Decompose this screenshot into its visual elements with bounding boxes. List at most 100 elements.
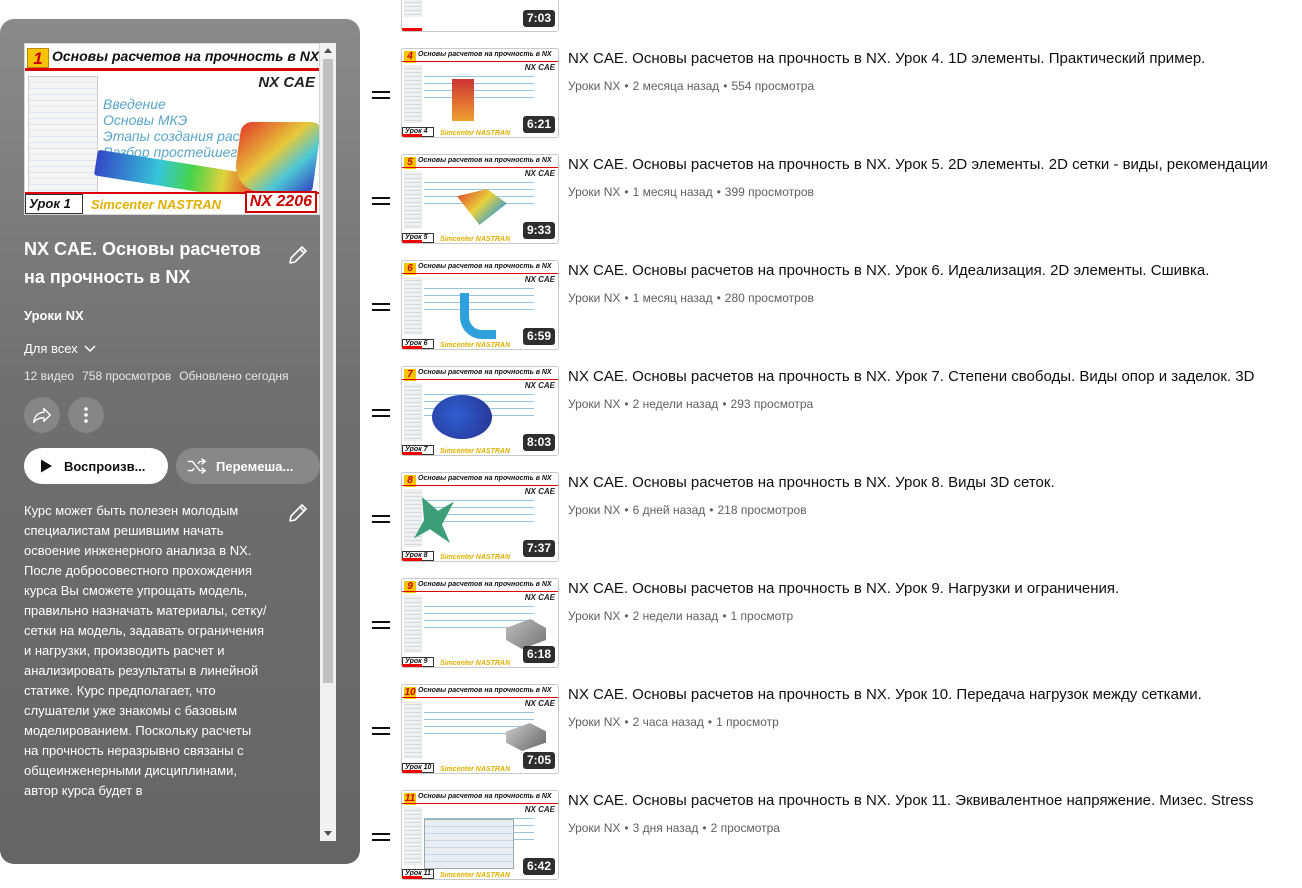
video-row[interactable]: 8 Основы расчетов на прочность в NX NX C… xyxy=(366,472,1302,566)
thumb-red-line xyxy=(402,697,558,698)
video-title[interactable]: NX CAE. Основы расчетов на прочность в N… xyxy=(568,685,1302,705)
thumb-simcenter: Simcenter NASTRAN xyxy=(440,342,511,349)
thumb-title: Основы расчетов на прочность в NX xyxy=(418,263,552,270)
video-duration: 9:33 xyxy=(522,222,555,239)
video-channel[interactable]: Уроки NX xyxy=(568,715,620,729)
video-thumbnail[interactable]: 11 Основы расчетов на прочность в NX NX … xyxy=(401,790,559,880)
video-row[interactable]: 4 Основы расчетов на прочность в NX NX C… xyxy=(366,48,1302,142)
hero-bracket-image xyxy=(232,122,319,192)
video-views: 554 просмотра xyxy=(731,79,815,93)
hero-title: Основы расчетов на прочность в NX xyxy=(52,48,320,64)
shuffle-button[interactable]: Перемеша... xyxy=(176,448,320,484)
playlist-thumbnail[interactable]: 1 Основы расчетов на прочность в NX NX C… xyxy=(24,43,320,215)
video-channel[interactable]: Уроки NX xyxy=(568,609,620,623)
thumb-red-line xyxy=(402,591,558,592)
drag-handle-icon[interactable] xyxy=(372,727,390,737)
panel-scrollbar[interactable] xyxy=(320,43,336,841)
share-button[interactable] xyxy=(24,397,60,433)
hero-cae: NX CAE xyxy=(258,74,315,91)
video-row[interactable]: 9 Основы расчетов на прочность в NX NX C… xyxy=(366,578,1302,672)
video-meta: Уроки NX • 1 месяц назад • 280 просмотро… xyxy=(568,291,814,305)
video-channel[interactable]: Уроки NX xyxy=(568,821,620,835)
thumb-tree xyxy=(404,277,422,335)
video-thumbnail[interactable]: 5 Основы расчетов на прочность в NX NX C… xyxy=(401,154,559,244)
drag-handle-icon[interactable] xyxy=(372,833,390,843)
thumb-cae: NX CAE xyxy=(524,381,555,390)
thumb-tree xyxy=(404,701,422,759)
video-row[interactable]: 11 Основы расчетов на прочность в NX NX … xyxy=(366,790,1302,884)
scroll-thumb[interactable] xyxy=(323,59,333,683)
video-meta: Уроки NX • 6 дней назад • 218 просмотров xyxy=(568,503,807,517)
video-duration: 7:37 xyxy=(522,540,555,557)
thumb-cae: NX CAE xyxy=(524,275,555,284)
edit-title-icon[interactable] xyxy=(286,243,310,267)
pencil-icon xyxy=(289,504,307,522)
drag-handle-icon[interactable] xyxy=(372,409,390,419)
hero-simcenter: Simcenter NASTRAN xyxy=(91,197,222,212)
video-views: 293 просмотра xyxy=(730,397,814,411)
drag-handle-icon[interactable] xyxy=(372,197,390,207)
thumb-tree xyxy=(404,807,422,865)
thumb-red-line xyxy=(402,379,558,380)
video-title[interactable]: NX CAE. Основы расчетов на прочность в N… xyxy=(568,791,1302,811)
scroll-up-arrow[interactable] xyxy=(324,48,332,53)
video-title[interactable]: NX CAE. Основы расчетов на прочность в N… xyxy=(568,261,1302,281)
video-channel[interactable]: Уроки NX xyxy=(568,79,620,93)
thumb-red-line xyxy=(402,485,558,486)
video-row[interactable]: 7 Основы расчетов на прочность в NX NX C… xyxy=(366,366,1302,460)
thumb-progress xyxy=(402,346,422,349)
video-meta: Уроки NX • 3 дня назад • 2 просмотра xyxy=(568,821,780,835)
video-title[interactable]: NX CAE. Основы расчетов на прочность в N… xyxy=(568,473,1302,493)
drag-handle-icon[interactable] xyxy=(372,515,390,525)
thumb-progress xyxy=(402,28,422,31)
thumb-progress xyxy=(402,558,422,561)
video-thumbnail[interactable]: 8 Основы расчетов на прочность в NX NX C… xyxy=(401,472,559,562)
video-age: 2 часа назад xyxy=(632,715,704,729)
thumb-cae: NX CAE xyxy=(524,169,555,178)
video-thumbnail[interactable]: 4 Основы расчетов на прочность в NX NX C… xyxy=(401,48,559,138)
thumb-text-lines xyxy=(424,73,534,103)
meta-separator: • xyxy=(624,609,629,623)
drag-handle-icon[interactable] xyxy=(372,621,390,631)
video-title[interactable]: NX CAE. Основы расчетов на прочность в N… xyxy=(568,367,1302,387)
more-options-button[interactable] xyxy=(68,397,104,433)
channel-name[interactable]: Уроки NX xyxy=(24,308,84,323)
video-channel[interactable]: Уроки NX xyxy=(568,397,620,411)
video-views: 1 просмотр xyxy=(730,609,794,623)
video-thumbnail[interactable]: 9 Основы расчетов на прочность в NX NX C… xyxy=(401,578,559,668)
meta-separator: • xyxy=(723,79,728,93)
video-views: 1 просмотр xyxy=(716,715,779,729)
drag-handle-icon[interactable] xyxy=(372,303,390,313)
video-channel[interactable]: Уроки NX xyxy=(568,291,620,305)
video-row[interactable]: 10 Основы расчетов на прочность в NX NX … xyxy=(366,684,1302,778)
video-age: 2 месяца назад xyxy=(632,79,720,93)
video-thumbnail[interactable]: 6 Основы расчетов на прочность в NX NX C… xyxy=(401,260,559,350)
video-title[interactable]: NX CAE. Основы расчетов на прочность в N… xyxy=(568,155,1302,175)
thumb-red-line xyxy=(402,61,558,62)
hero-urok: Урок 1 xyxy=(25,194,83,214)
scroll-down-arrow[interactable] xyxy=(324,831,332,836)
edit-description-icon[interactable] xyxy=(286,501,310,525)
video-row[interactable]: 6 Основы расчетов на прочность в NX NX C… xyxy=(366,260,1302,354)
hero-version: NX 2206 xyxy=(244,191,317,213)
meta-separator: • xyxy=(624,291,629,305)
video-thumbnail[interactable]: 10 Основы расчетов на прочность в NX NX … xyxy=(401,684,559,774)
thumb-title: Основы расчетов на прочность в NX xyxy=(418,581,552,588)
play-all-button[interactable]: Воспроизв... xyxy=(24,448,168,484)
video-title[interactable]: NX CAE. Основы расчетов на прочность в N… xyxy=(568,579,1302,599)
video-title[interactable]: NX CAE. Основы расчетов на прочность в N… xyxy=(568,49,1302,69)
thumb-cae: NX CAE xyxy=(524,805,555,814)
thumb-title: Основы расчетов на прочность в NX xyxy=(418,157,552,164)
video-views: 2 просмотра xyxy=(710,821,780,835)
video-row[interactable]: 5 Основы расчетов на прочность в NX NX C… xyxy=(366,154,1302,248)
drag-handle-icon[interactable] xyxy=(372,91,390,101)
video-age: 6 дней назад xyxy=(632,503,706,517)
thumb-cae: NX CAE xyxy=(524,63,555,72)
video-channel[interactable]: Уроки NX xyxy=(568,185,620,199)
meta-separator: • xyxy=(702,821,707,835)
video-row-partial[interactable]: 7:03 xyxy=(366,0,1302,36)
privacy-dropdown[interactable]: Для всех xyxy=(24,340,98,356)
video-thumbnail[interactable]: 7:03 xyxy=(401,0,559,32)
video-channel[interactable]: Уроки NX xyxy=(568,503,620,517)
video-thumbnail[interactable]: 7 Основы расчетов на прочность в NX NX C… xyxy=(401,366,559,456)
